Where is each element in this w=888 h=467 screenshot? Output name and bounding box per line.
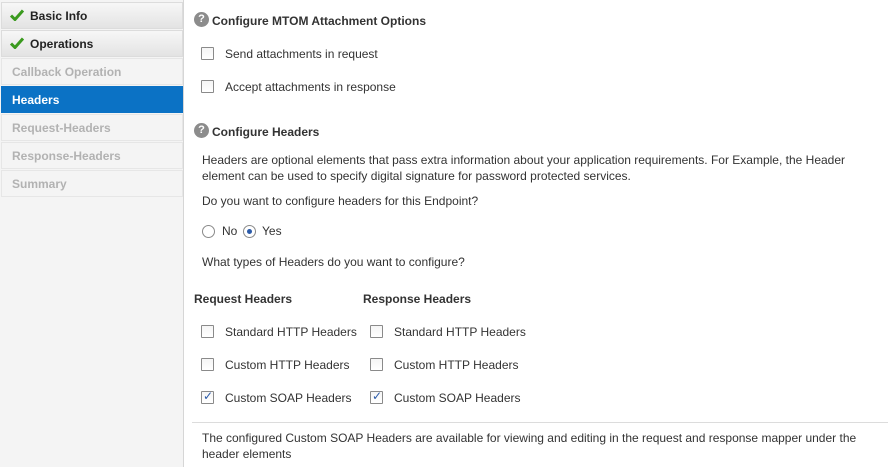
configure-headers-question: Do you want to configure headers for thi… bbox=[202, 194, 479, 208]
nav-item-label: Headers bbox=[12, 93, 60, 107]
mtom-section-title: Configure MTOM Attachment Options bbox=[212, 14, 426, 28]
nav-item-headers[interactable]: Headers bbox=[1, 86, 183, 113]
nav-item-summary[interactable]: Summary bbox=[1, 170, 183, 197]
no-radio[interactable] bbox=[202, 225, 215, 238]
request-headers-title: Request Headers bbox=[194, 292, 293, 306]
yes-radio-label: Yes bbox=[262, 224, 282, 238]
help-icon[interactable]: ? bbox=[194, 123, 209, 138]
nav-item-label: Basic Info bbox=[30, 9, 88, 23]
send-attachments-label: Send attachments in request bbox=[225, 47, 378, 61]
request-standard-http-checkbox[interactable] bbox=[201, 325, 214, 338]
headers-section-title: Configure Headers bbox=[212, 125, 320, 139]
headers-description: Headers are optional elements that pass … bbox=[202, 153, 846, 183]
nav-item-response-headers[interactable]: Response-Headers bbox=[1, 142, 183, 169]
nav-item-request-headers[interactable]: Request-Headers bbox=[1, 114, 183, 141]
nav-item-callback-operation[interactable]: Callback Operation bbox=[1, 58, 183, 85]
nav-item-operations[interactable]: Operations bbox=[1, 30, 183, 57]
response-headers-title: Response Headers bbox=[363, 292, 472, 306]
nav-item-label: Response-Headers bbox=[12, 149, 121, 163]
section-divider bbox=[192, 422, 888, 423]
check-icon bbox=[10, 9, 24, 21]
nav-item-label: Callback Operation bbox=[12, 65, 122, 79]
nav-item-label: Summary bbox=[12, 177, 67, 191]
header-types-question: What types of Headers do you want to con… bbox=[202, 255, 465, 269]
nav-item-label: Operations bbox=[30, 37, 94, 51]
response-standard-http-checkbox[interactable] bbox=[370, 325, 383, 338]
check-icon bbox=[10, 37, 24, 49]
response-custom-http-checkbox[interactable] bbox=[370, 358, 383, 371]
soap-headers-note: The configured Custom SOAP Headers are a… bbox=[202, 431, 857, 461]
response-custom-soap-checkbox[interactable] bbox=[370, 389, 383, 404]
nav-item-label: Request-Headers bbox=[12, 121, 111, 135]
send-attachments-checkbox[interactable] bbox=[201, 47, 214, 60]
request-standard-http-label: Standard HTTP Headers bbox=[225, 325, 357, 339]
request-custom-http-checkbox[interactable] bbox=[201, 358, 214, 371]
wizard-sidebar: Basic Info Operations Callback Operation… bbox=[0, 0, 184, 467]
response-standard-http-label: Standard HTTP Headers bbox=[394, 325, 526, 339]
main-panel: ? Configure MTOM Attachment Options Send… bbox=[184, 0, 888, 467]
response-custom-soap-label: Custom SOAP Headers bbox=[394, 391, 521, 405]
accept-attachments-checkbox[interactable] bbox=[201, 80, 214, 93]
yes-radio[interactable] bbox=[243, 225, 256, 238]
request-custom-soap-label: Custom SOAP Headers bbox=[225, 391, 352, 405]
request-custom-http-label: Custom HTTP Headers bbox=[225, 358, 350, 372]
response-custom-http-label: Custom HTTP Headers bbox=[394, 358, 519, 372]
accept-attachments-label: Accept attachments in response bbox=[225, 80, 396, 94]
request-custom-soap-checkbox[interactable] bbox=[201, 389, 214, 404]
help-icon[interactable]: ? bbox=[194, 12, 209, 27]
nav-item-basic-info[interactable]: Basic Info bbox=[1, 2, 183, 29]
no-radio-label: No bbox=[222, 224, 238, 238]
